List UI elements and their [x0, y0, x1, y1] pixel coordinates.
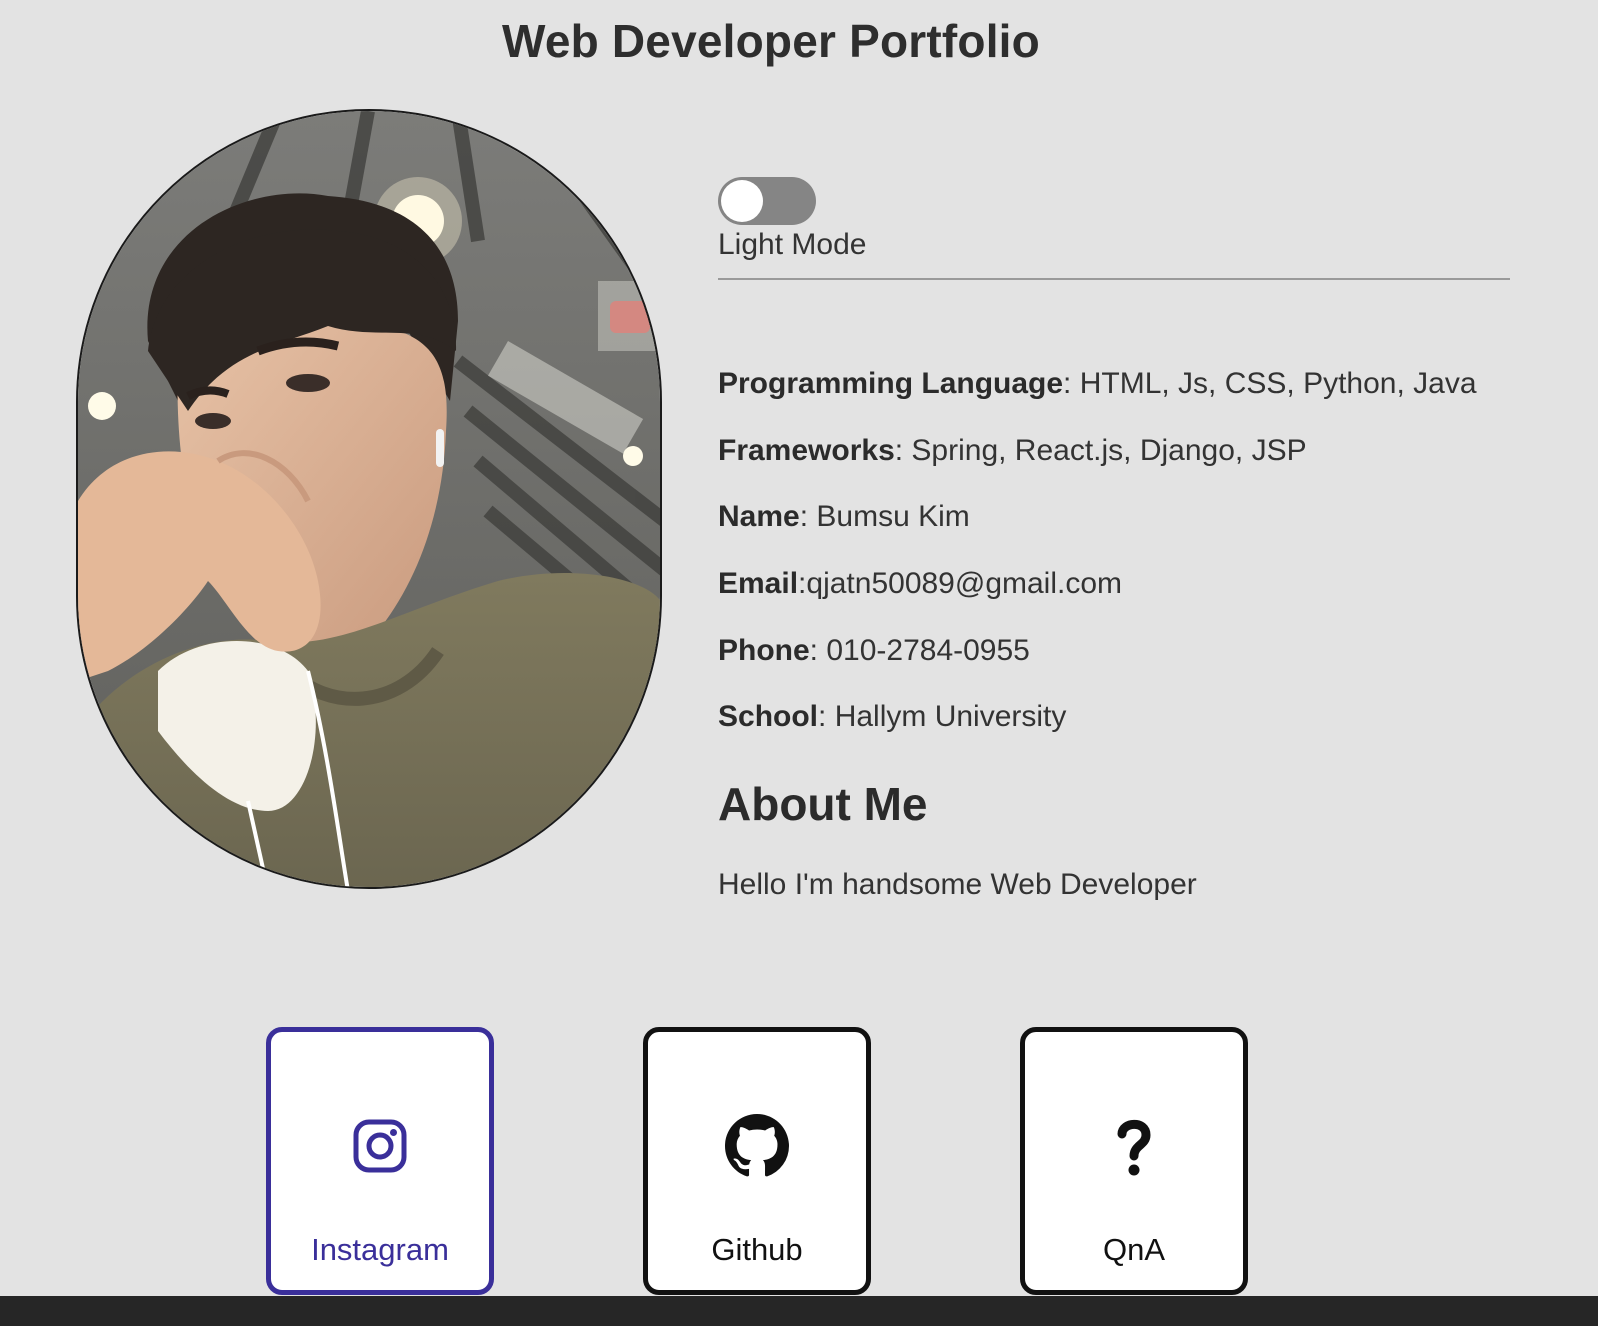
theme-toggle-switch[interactable]	[718, 177, 816, 225]
instagram-label: Instagram	[311, 1232, 449, 1267]
github-icon	[725, 1114, 789, 1177]
question-icon	[1117, 1119, 1151, 1176]
info-value: Hallym University	[834, 700, 1067, 734]
profile-info-list: Programming Language: HTML, Js, CSS, Pyt…	[718, 364, 1477, 764]
about-heading: About Me	[718, 778, 928, 830]
info-key: Email	[718, 567, 799, 601]
info-value: 010-2784-0955	[826, 633, 1030, 667]
github-label: Github	[711, 1232, 803, 1267]
info-programming-language: Programming Language: HTML, Js, CSS, Pyt…	[718, 364, 1477, 404]
toggle-knob	[721, 180, 763, 222]
info-value: Spring, React.js, Django, JSP	[911, 433, 1307, 467]
theme-toggle-label: Light Mode	[718, 228, 867, 261]
divider	[718, 278, 1510, 280]
info-phone: Phone: 010-2784-0955	[718, 631, 1477, 671]
info-name: Name: Bumsu Kim	[718, 497, 1477, 537]
profile-photo	[76, 109, 662, 889]
github-link-card[interactable]: Github	[643, 1027, 871, 1295]
qna-link-card[interactable]: QnA	[1020, 1027, 1248, 1295]
info-separator: :	[894, 433, 912, 467]
info-key: Name	[718, 500, 800, 534]
info-key: Phone	[718, 633, 810, 667]
info-separator: :	[799, 500, 817, 534]
info-separator: :	[809, 633, 827, 667]
info-key: Programming Language	[718, 367, 1064, 400]
about-text: Hello I'm handsome Web Developer	[718, 868, 1197, 901]
info-key: Frameworks	[718, 433, 895, 467]
info-school: School: Hallym University	[718, 697, 1477, 737]
info-separator: :	[1063, 367, 1080, 400]
qna-label: QnA	[1102, 1232, 1166, 1267]
portfolio-page: Web Developer Portfolio Light Mode Progr…	[0, 0, 1598, 1326]
info-email: Email:qjatn50089@gmail.com	[718, 564, 1477, 604]
instagram-icon	[353, 1119, 407, 1173]
info-value: Bumsu Kim	[816, 500, 970, 534]
info-frameworks: Frameworks: Spring, React.js, Django, JS…	[718, 431, 1477, 471]
info-value: HTML, Js, CSS, Python, Java	[1079, 367, 1477, 400]
instagram-link-card[interactable]: Instagram	[266, 1027, 494, 1295]
info-key: School	[718, 700, 819, 734]
page-title: Web Developer Portfolio	[502, 15, 1040, 67]
info-separator: :	[818, 700, 835, 734]
bottom-bar	[0, 1296, 1598, 1326]
info-value: qjatn50089@gmail.com	[806, 567, 1123, 601]
